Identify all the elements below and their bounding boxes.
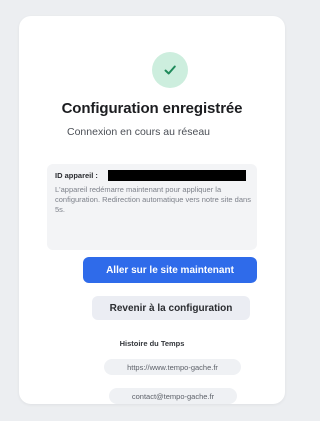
device-info-box: ID appareil : L'appareil redémarre maint…	[47, 164, 257, 250]
restart-message: L'appareil redémarre maintenant pour app…	[55, 185, 251, 214]
email-link[interactable]: contact@tempo-gache.fr	[109, 388, 237, 404]
connection-status: Connexion en cours au réseau	[67, 126, 211, 138]
website-link[interactable]: https://www.tempo-gache.fr	[104, 359, 241, 375]
back-to-configuration-button[interactable]: Revenir à la configuration	[92, 296, 250, 320]
go-to-site-button[interactable]: Aller sur le site maintenant	[83, 257, 257, 283]
device-id-label: ID appareil :	[55, 171, 98, 180]
confirmation-card: Configuration enregistrée Connexion en c…	[19, 16, 285, 404]
footer-brand-name: Histoire du Temps	[119, 339, 185, 348]
success-badge	[152, 52, 188, 88]
page-title: Configuration enregistrée	[61, 100, 243, 117]
device-id-row: ID appareil :	[55, 170, 246, 181]
check-icon	[162, 62, 178, 78]
redacted-device-id	[107, 170, 246, 181]
